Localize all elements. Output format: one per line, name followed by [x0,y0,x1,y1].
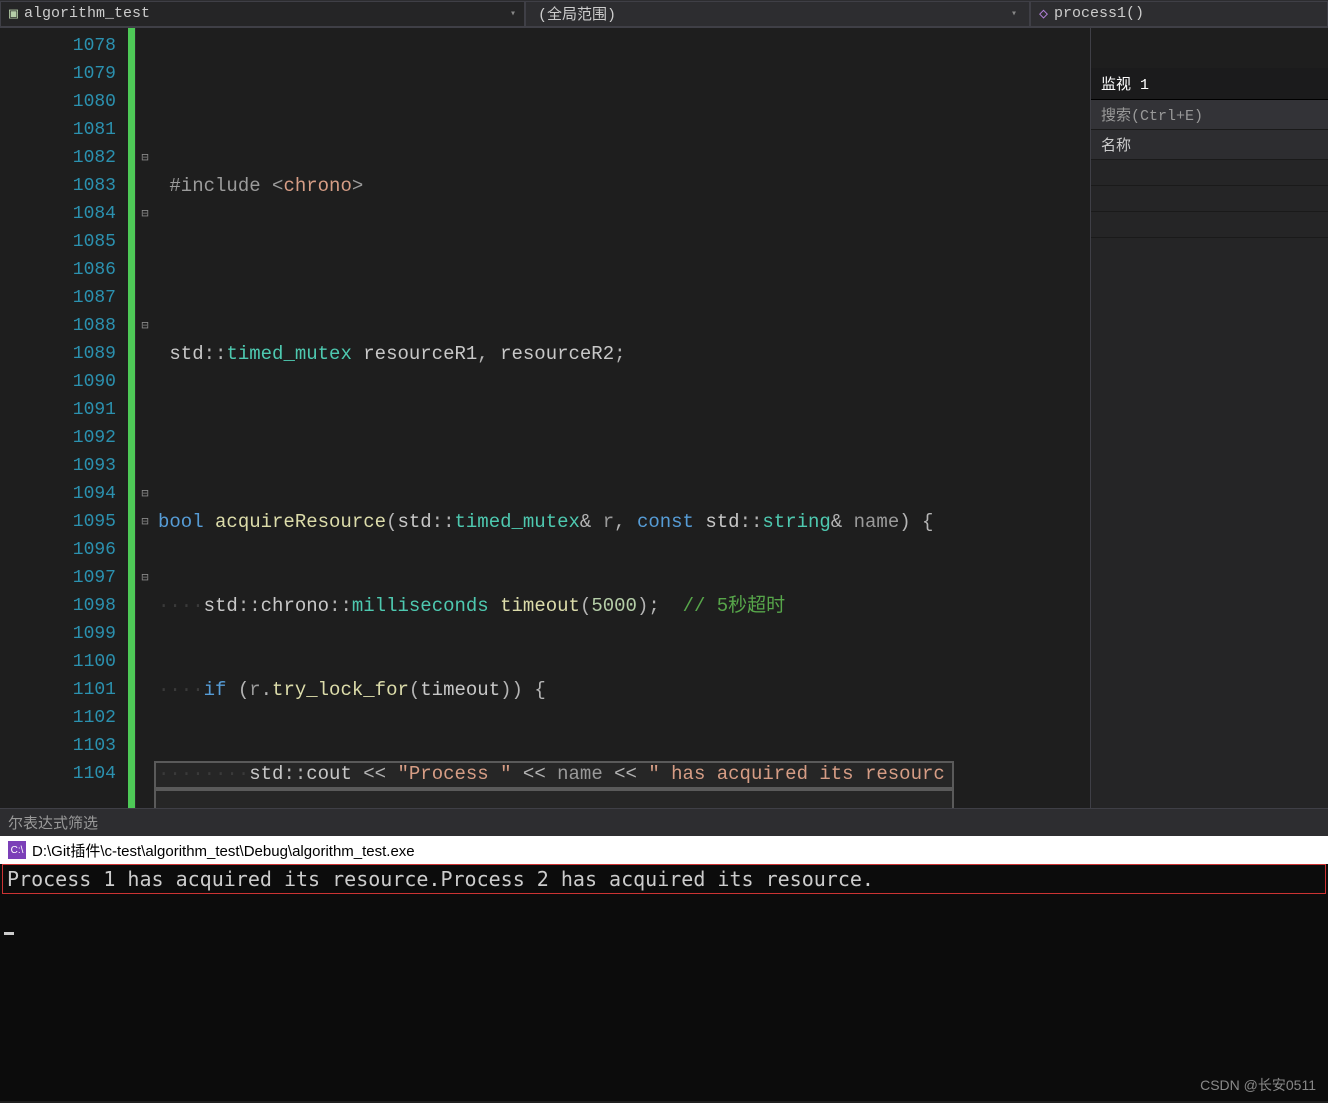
line-number: 1086 [0,256,128,284]
code-line: ········std::cout << "Process " << name … [154,760,1090,788]
watch-column-header[interactable]: 名称 [1091,130,1328,160]
breadcrumb-toolbar: ▣ algorithm_test ▾ (全局范围) ▾ ◇ process1() [0,0,1328,28]
code-line [154,424,1090,452]
watch-row[interactable] [1091,186,1328,212]
code-editor[interactable]: #include <chrono> std::timed_mutex resou… [154,28,1090,808]
line-number: 1080 [0,88,128,116]
line-number: 1101 [0,676,128,704]
code-line: std::timed_mutex resourceR1, resourceR2; [154,340,1090,368]
line-number: 1103 [0,732,128,760]
line-number: 1090 [0,368,128,396]
watch-rows[interactable] [1091,160,1328,808]
line-number: 1089 [0,340,128,368]
line-number: 1094 [0,480,128,508]
line-number: 1098 [0,592,128,620]
watch-row[interactable] [1091,160,1328,186]
line-number: 1079 [0,60,128,88]
current-line-highlight [154,789,954,808]
line-number-gutter: 1078 1079 1080 1081 1082 1083 1084 1085 … [0,28,128,808]
watch-row[interactable] [1091,212,1328,238]
line-number: 1095 [0,508,128,536]
line-number: 1092 [0,424,128,452]
line-number: 1096 [0,536,128,564]
line-number: 1100 [0,648,128,676]
line-number: 1082 [0,144,128,172]
fold-toggle-icon[interactable]: ⊟ [136,144,154,172]
fold-toggle-icon[interactable]: ⊟ [136,508,154,536]
chevron-down-icon: ▾ [1011,8,1017,20]
line-number: 1099 [0,620,128,648]
editor-area: 1078 1079 1080 1081 1082 1083 1084 1085 … [0,28,1328,808]
function-dropdown[interactable]: ◇ process1() [1030,1,1328,27]
method-icon: ◇ [1039,4,1048,23]
code-line: ····std::chrono::milliseconds timeout(50… [154,592,1090,620]
watermark: CSDN @长安0511 [1200,1075,1316,1095]
line-number: 1087 [0,284,128,312]
file-scope-dropdown[interactable]: ▣ algorithm_test ▾ [0,1,525,27]
line-number: 1102 [0,704,128,732]
chevron-down-icon: ▾ [510,8,516,20]
console-path: D:\Git插件\c-test\algorithm_test\Debug\alg… [32,840,415,861]
file-name-label: algorithm_test [24,5,150,22]
console-cursor [4,932,14,935]
line-number: 1093 [0,452,128,480]
line-number: 1084 [0,200,128,228]
fold-toggle-icon[interactable]: ⊟ [136,564,154,592]
filter-bar[interactable]: 尔表达式筛选 [0,808,1328,836]
line-number: 1097 [0,564,128,592]
scope-label: (全局范围) [538,3,616,24]
line-number: 1081 [0,116,128,144]
modified-indicator [128,28,136,808]
line-number: 1078 [0,32,128,60]
fold-toggle-icon[interactable]: ⊟ [136,480,154,508]
console-output: Process 1 has acquired its resource.Proc… [2,864,1326,894]
fold-column[interactable]: ⊟ ⊟ ⊟ ⊟ ⊟ ⊟ [136,28,154,808]
line-number: 1083 [0,172,128,200]
console-app-icon: C:\ [8,841,26,859]
function-label: process1() [1054,5,1144,22]
line-number: 1085 [0,228,128,256]
watch-panel: 监视 1 搜索(Ctrl+E) 名称 [1090,28,1328,808]
fold-toggle-icon[interactable]: ⊟ [136,200,154,228]
filter-label: 尔表达式筛选 [8,812,98,833]
code-line: #include <chrono> [154,172,1090,200]
watch-panel-title: 监视 1 [1091,68,1328,100]
file-icon: ▣ [9,4,18,23]
line-number: 1091 [0,396,128,424]
line-number: 1088 [0,312,128,340]
watch-search-input[interactable]: 搜索(Ctrl+E) [1091,100,1328,130]
console-title-bar: C:\ D:\Git插件\c-test\algorithm_test\Debug… [0,836,1328,864]
fold-toggle-icon[interactable]: ⊟ [136,312,154,340]
console-panel: C:\ D:\Git插件\c-test\algorithm_test\Debug… [0,836,1328,1101]
line-number: 1104 [0,760,128,788]
code-line: ····if (r.try_lock_for(timeout)) { [154,676,1090,704]
scope-dropdown[interactable]: (全局范围) ▾ [525,1,1030,27]
code-line: bool acquireResource(std::timed_mutex& r… [154,508,1090,536]
code-line [154,256,1090,284]
